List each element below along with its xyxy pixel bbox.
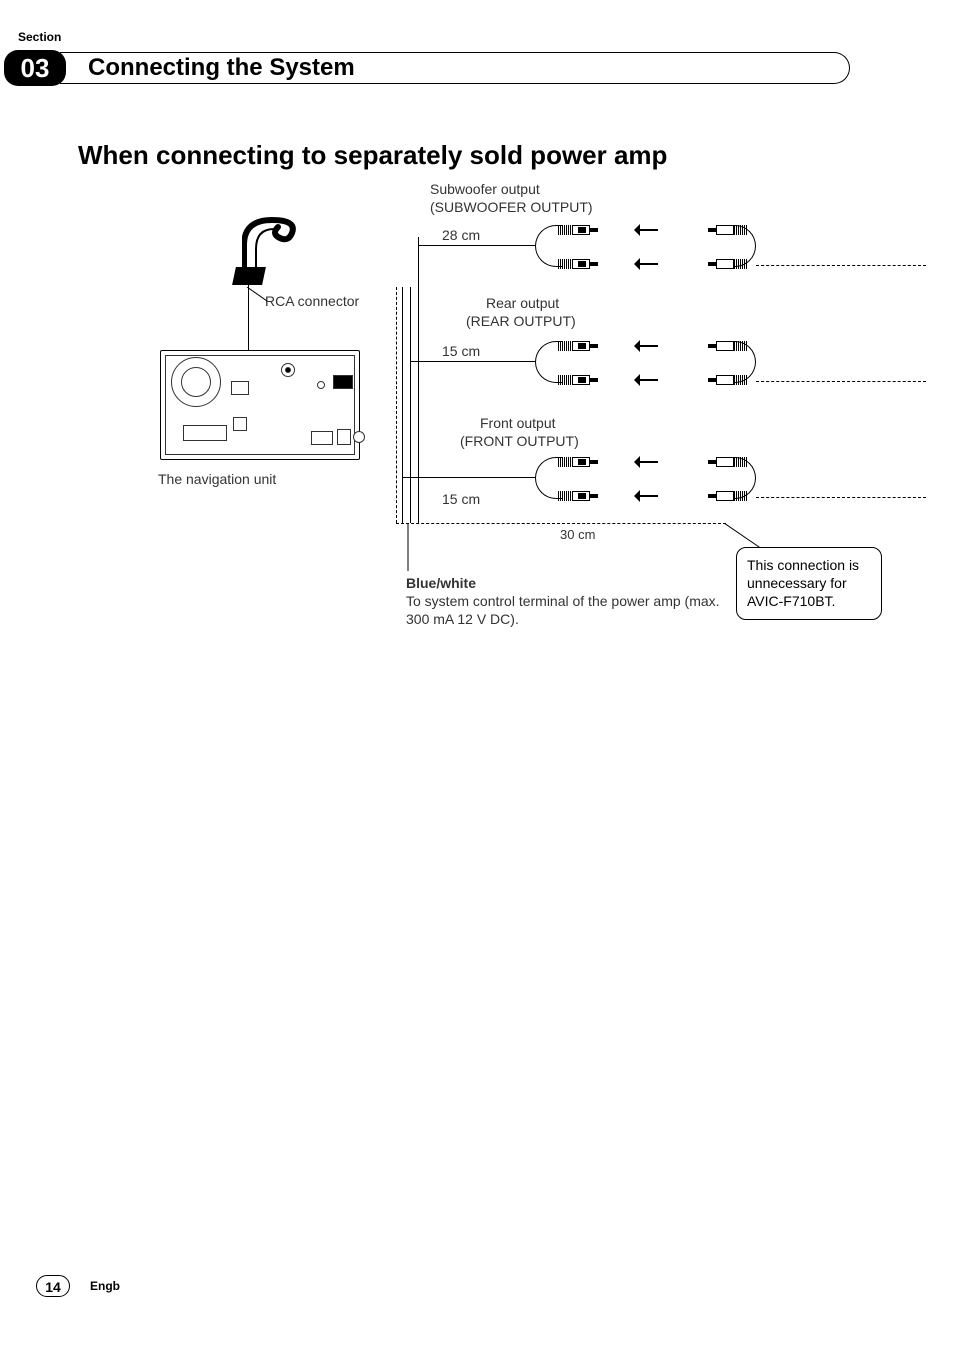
blue-white-desc: To system control terminal of the power … xyxy=(406,593,726,628)
blue-white-label: Blue/white xyxy=(406,575,476,593)
sub-rca-bottom xyxy=(558,259,758,289)
section-title: Connecting the System xyxy=(60,52,850,84)
rear-rca-bottom xyxy=(558,375,758,405)
rear-output-subtitle: (REAR OUTPUT) xyxy=(466,313,576,331)
section-label: Section xyxy=(18,30,61,44)
trunk-line-1 xyxy=(402,287,403,523)
trunk-line-2 xyxy=(410,287,411,523)
connector-block xyxy=(232,267,266,285)
lead-sub xyxy=(418,245,536,246)
rear-dash xyxy=(756,381,926,382)
section-header: 03 Connecting the System xyxy=(0,50,954,90)
trunk-line-3 xyxy=(418,237,419,523)
subwoofer-output-subtitle: (SUBWOOFER OUTPUT) xyxy=(430,199,593,217)
cable-trunk xyxy=(248,285,249,355)
bottom-dash xyxy=(396,523,726,524)
rca-connector-label: RCA connector xyxy=(265,293,359,311)
sub-rca-top xyxy=(558,225,758,255)
front-output-subtitle: (FRONT OUTPUT) xyxy=(460,433,579,451)
page-heading: When connecting to separately sold power… xyxy=(78,140,667,171)
page-number: 14 xyxy=(36,1275,70,1297)
wiring-diagram: Subwoofer output (SUBWOOFER OUTPUT) 28 c… xyxy=(140,175,920,635)
callout-text: This connection is unnecessary for AVIC-… xyxy=(747,557,859,609)
front-output-title: Front output xyxy=(480,415,556,433)
navigation-unit-label: The navigation unit xyxy=(158,471,276,489)
bottom-length: 30 cm xyxy=(560,527,595,543)
front-rca-bottom xyxy=(558,491,758,521)
sub-dash xyxy=(756,265,926,266)
bluewhite-leader xyxy=(402,523,416,571)
inner-dash-v xyxy=(396,287,397,523)
subwoofer-length: 28 cm xyxy=(442,227,480,245)
language-code: Engb xyxy=(90,1275,120,1297)
rear-output-title: Rear output xyxy=(486,295,559,313)
lead-front xyxy=(402,477,536,478)
section-number-badge: 03 xyxy=(4,50,66,86)
subwoofer-output-title: Subwoofer output xyxy=(430,181,540,199)
lead-rear xyxy=(410,361,536,362)
callout-box: This connection is unnecessary for AVIC-… xyxy=(736,547,882,620)
navigation-unit-icon xyxy=(160,350,360,460)
rear-length: 15 cm xyxy=(442,343,480,361)
cable-bundle-icon xyxy=(242,215,322,255)
front-dash xyxy=(756,497,926,498)
front-length: 15 cm xyxy=(442,491,480,509)
front-rca-top xyxy=(558,457,758,487)
rear-rca-top xyxy=(558,341,758,371)
